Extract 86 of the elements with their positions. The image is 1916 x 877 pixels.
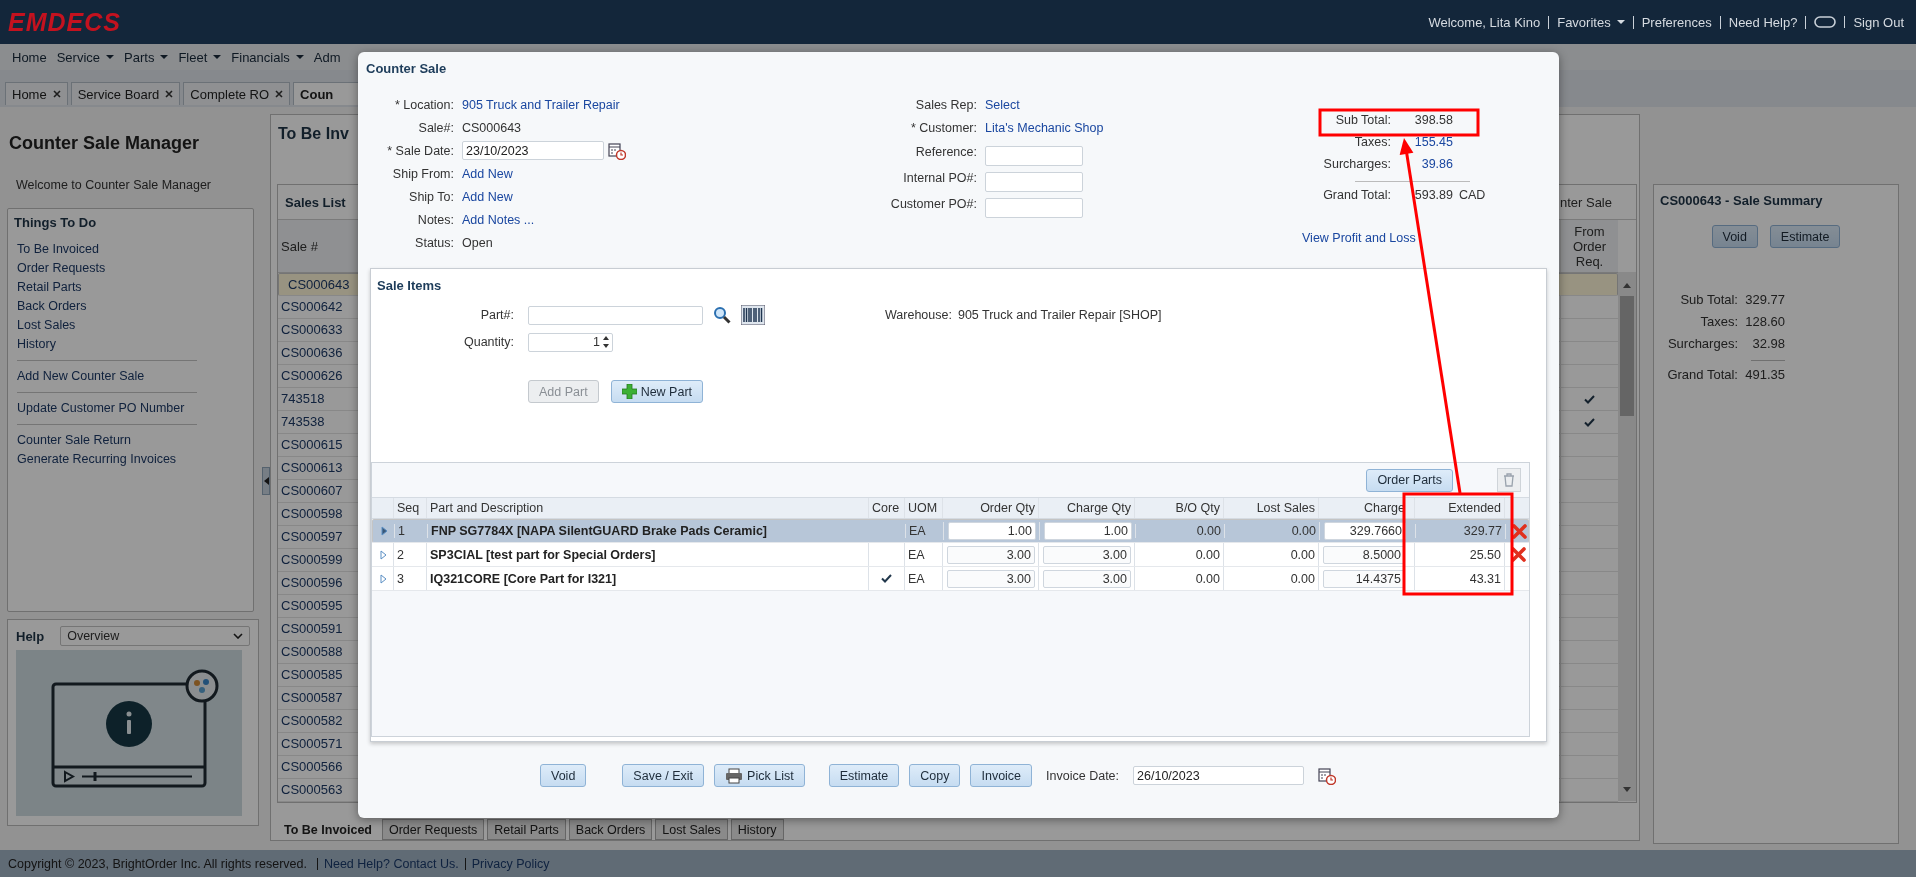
table-cell: EA	[904, 543, 942, 566]
field-label: Part#:	[479, 308, 515, 322]
total-value: 398.58	[1413, 113, 1453, 127]
panel-title: CS000643 - Sale Summary	[1660, 193, 1824, 208]
list-heading: nter Sale	[1559, 194, 1612, 210]
field-label: Sale#:	[417, 120, 455, 135]
total-value: 32.98	[1751, 335, 1785, 351]
list-title: Sales List	[285, 194, 346, 210]
table-cell-text: CS000626	[280, 367, 344, 385]
table-cell: 329.77	[1415, 524, 1505, 538]
table-cell-text: CS000598	[280, 505, 344, 523]
field-label: * Sale Date:	[386, 143, 455, 158]
field-value: 905 Truck and Trailer Repair [SHOP]	[957, 308, 1162, 322]
total-value: 491.35	[1744, 366, 1785, 382]
field-label: Notes:	[416, 212, 455, 227]
panel-title: To Be Inv	[277, 125, 349, 143]
field-value: Open	[462, 235, 493, 250]
total-label: Surcharges:	[1667, 335, 1738, 351]
table-cell-text: CS000636	[280, 344, 344, 362]
total-value: 329.77	[1744, 291, 1785, 307]
field-value: CS000643	[462, 120, 522, 135]
table-cell-text: CS000588	[280, 643, 344, 661]
dialog-title: Counter Sale	[365, 60, 448, 78]
total-label: Sub Total:	[1334, 113, 1391, 127]
total-label: Surcharges:	[1322, 157, 1391, 171]
currency-text: CAD	[1459, 188, 1486, 202]
table-cell-text: CS000633	[280, 321, 344, 339]
field-label: Internal PO#:	[902, 171, 978, 185]
table-cell: EA	[905, 524, 943, 538]
table-cell: 0.00	[1135, 524, 1224, 538]
table-cell-text: 743538	[280, 413, 326, 431]
table-cell-text: CS000643	[287, 275, 351, 294]
table-cell-text: CS000597	[280, 528, 344, 546]
field-label: Invoice Date:	[1045, 768, 1121, 783]
table-cell: 2	[393, 543, 426, 566]
total-value: 128.60	[1744, 313, 1785, 329]
table-cell: 0.00	[1134, 567, 1223, 590]
table-cell: IQ321CORE [Core Part for I321]	[426, 567, 868, 590]
table-cell-text: CS000607	[280, 482, 344, 500]
total-label: Taxes:	[1353, 135, 1391, 149]
welcome-text: Welcome to Counter Sale Manager	[16, 178, 212, 192]
field-label: Warehouse:	[885, 308, 953, 322]
table-cell-text: CS000585	[280, 666, 344, 684]
total-label: Grand Total:	[1667, 366, 1738, 382]
table-cell: 0.00	[1224, 524, 1319, 538]
table-cell: 0.00	[1134, 543, 1223, 566]
table-cell: 0.00	[1223, 567, 1318, 590]
panel-title: Things To Do	[14, 215, 98, 230]
field-label: * Customer:	[910, 120, 978, 135]
field-label: Reference:	[914, 145, 978, 159]
total-value: 593.89	[1413, 188, 1453, 202]
table-cell: SP3CIAL [test part for Special Orders]	[426, 543, 868, 566]
field-label: Customer PO#:	[889, 197, 978, 211]
table-cell-text: CS000591	[280, 620, 344, 638]
copyright-text: Copyright © 2023, BrightOrder Inc. All rights reserved.	[8, 857, 318, 870]
field-label: Sales Rep:	[914, 97, 978, 112]
table-cell: EA	[904, 567, 942, 590]
panel-title: Help	[16, 628, 45, 644]
table-cell-text: 743518	[280, 390, 326, 408]
page-title: Counter Sale Manager	[8, 133, 201, 154]
table-cell: 0.00	[1223, 543, 1318, 566]
table-cell-text: CS000596	[280, 574, 344, 592]
table-cell-text: CS000571	[280, 735, 344, 753]
table-cell-text: CS000613	[280, 459, 344, 477]
table-cell: 25.50	[1414, 543, 1504, 566]
total-label: Taxes:	[1700, 313, 1738, 329]
total-label: Sub Total:	[1680, 291, 1738, 307]
total-label: Grand Total:	[1322, 188, 1391, 202]
table-cell-text: CS000563	[280, 781, 344, 799]
table-cell: FNP SG7784X [NAPA SilentGUARD Brake Pads Ceramic]	[427, 524, 869, 538]
field-label: Status:	[414, 235, 455, 250]
table-cell: 3	[393, 567, 426, 590]
table-cell-text: CS000582	[280, 712, 344, 730]
table-cell: 43.31	[1414, 567, 1504, 590]
field-label: Ship From:	[391, 166, 455, 181]
field-label: Quantity:	[462, 335, 515, 349]
table-cell-text: CS000587	[280, 689, 344, 707]
table-cell: 1	[394, 524, 427, 538]
field-label: Ship To:	[408, 189, 455, 204]
table-cell-text: CS000566	[280, 758, 344, 776]
table-cell-text: CS000595	[280, 597, 344, 615]
panel-title: Sale Items	[376, 277, 443, 295]
welcome-text: Welcome, Lita Kino	[1420, 15, 1550, 29]
table-cell-text: CS000615	[280, 436, 344, 454]
table-cell-text: CS000599	[280, 551, 344, 569]
table-cell-text: CS000642	[280, 298, 344, 316]
